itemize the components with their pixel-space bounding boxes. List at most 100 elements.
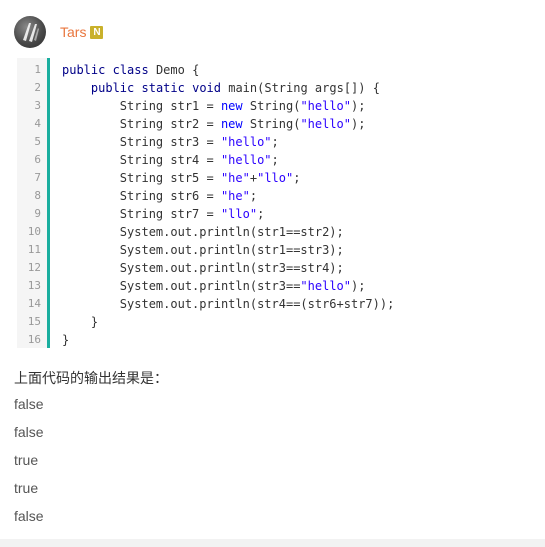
line-number: 3 <box>34 99 41 112</box>
code-text: String str3 = "hello"; <box>62 133 279 151</box>
code-token: ; <box>257 207 265 221</box>
code-line: 3 String str1 = new String("hello"); <box>17 97 517 115</box>
avatar-image <box>23 23 39 42</box>
code-token: Demo { <box>148 63 200 77</box>
code-line: 1 public class Demo { <box>17 61 517 79</box>
code-line: 4 String str2 = new String("hello"); <box>17 115 517 133</box>
line-number: 4 <box>34 117 41 130</box>
code-token: String( <box>242 99 301 113</box>
code-token: ; <box>271 135 279 149</box>
question-text: 上面代码的输出结果是： <box>14 370 168 386</box>
code-text: System.out.println(str3=="hello"); <box>62 277 366 295</box>
code-token: ); <box>351 99 366 113</box>
code-token: String str4 = <box>62 153 221 167</box>
code-token: String( <box>242 117 301 131</box>
code-token: } <box>62 315 99 329</box>
code-token: String str1 = <box>62 99 221 113</box>
code-lines: 1 public class Demo { 2 public static void… <box>17 61 517 349</box>
code-token: "hello" <box>220 153 272 167</box>
card-bottom-divider <box>0 539 545 547</box>
line-number: 14 <box>27 297 41 310</box>
code-token: new <box>220 117 243 131</box>
user-avatar[interactable] <box>14 16 46 48</box>
code-line: 7 String str5 = "he"+"llo"; <box>17 169 517 187</box>
code-token: ); <box>351 117 366 131</box>
code-text: String str4 = "hello"; <box>62 151 279 169</box>
code-block: 1 public class Demo { 2 public static void… <box>17 58 517 348</box>
code-token: "he" <box>220 171 250 185</box>
username-link[interactable]: Tars <box>60 24 86 40</box>
code-text: } <box>62 331 69 349</box>
code-token: "he" <box>220 189 250 203</box>
new-badge: N <box>90 25 104 39</box>
code-token: "llo" <box>257 171 294 185</box>
code-line: 14 System.out.println(str4==(str6+str7))… <box>17 295 517 313</box>
line-number: 6 <box>34 153 41 166</box>
code-token: "hello" <box>220 135 272 149</box>
output-line-3: true <box>14 452 39 468</box>
code-token: "hello" <box>300 279 351 293</box>
line-number: 9 <box>34 207 41 220</box>
code-token: System.out.println(str4==(str6+str7)); <box>62 297 395 311</box>
code-token: String str6 = <box>62 189 221 203</box>
code-token: ; <box>249 189 258 203</box>
code-line: 12 System.out.println(str3==str4); <box>17 259 517 277</box>
code-token: "hello" <box>300 99 352 113</box>
code-token: ); <box>351 279 366 293</box>
code-token: String str7 = <box>62 207 221 221</box>
code-token: new <box>220 99 243 113</box>
code-text: String str7 = "llo"; <box>62 205 265 223</box>
code-line: 5 String str3 = "hello"; <box>17 133 517 151</box>
code-text: String str5 = "he"+"llo"; <box>62 169 301 187</box>
output-line-5: false <box>14 508 44 524</box>
code-line: 9 String str7 = "llo"; <box>17 205 517 223</box>
code-token: "llo" <box>220 207 258 221</box>
line-number: 7 <box>34 171 41 184</box>
output-list: false false true true false <box>14 394 44 534</box>
code-text: String str1 = new String("hello"); <box>62 97 366 115</box>
code-token: System.out.println(str3== <box>62 279 301 293</box>
line-number: 5 <box>34 135 41 148</box>
line-number: 1 <box>34 63 41 76</box>
code-text: System.out.println(str1==str2); <box>62 223 344 241</box>
line-number: 10 <box>27 225 41 238</box>
code-token: + <box>249 171 258 185</box>
code-token: ; <box>293 171 301 185</box>
code-token: public <box>90 81 135 95</box>
line-number: 13 <box>27 279 41 292</box>
code-line: 15 } <box>17 313 517 331</box>
code-token: String str3 = <box>62 135 221 149</box>
code-line: 16} <box>17 331 517 349</box>
code-token: "hello" <box>300 117 352 131</box>
code-line: 13 System.out.println(str3=="hello"); <box>17 277 517 295</box>
post-card: Tars N 1 public class Demo { 2 public stat… <box>0 0 545 547</box>
line-number: 16 <box>27 333 41 346</box>
line-number: 11 <box>27 243 41 256</box>
code-token: void <box>192 81 221 95</box>
code-text: System.out.println(str1==str3); <box>62 241 344 259</box>
code-text: System.out.println(str4==(str6+str7)); <box>62 295 395 313</box>
code-token: main(String args[]) { <box>221 81 380 95</box>
code-token: String str5 = <box>62 171 221 185</box>
code-text: String str6 = "he"; <box>62 187 257 205</box>
code-text: public static void main(String args[]) { <box>62 79 380 97</box>
code-token: class <box>112 63 149 77</box>
code-token: String str2 = <box>62 117 221 131</box>
code-token: ; <box>271 153 279 167</box>
code-text: public class Demo { <box>62 61 199 79</box>
post-header: Tars N <box>14 16 104 48</box>
line-number: 15 <box>27 315 41 328</box>
code-token: public <box>62 63 106 77</box>
line-number: 2 <box>34 81 41 94</box>
code-token: } <box>62 333 70 347</box>
line-number: 12 <box>27 261 41 274</box>
code-line: 10 System.out.println(str1==str2); <box>17 223 517 241</box>
code-text: String str2 = new String("hello"); <box>62 115 366 133</box>
code-token: System.out.println(str1==str2); <box>62 225 344 239</box>
code-text: } <box>62 313 98 331</box>
line-number: 8 <box>34 189 41 202</box>
